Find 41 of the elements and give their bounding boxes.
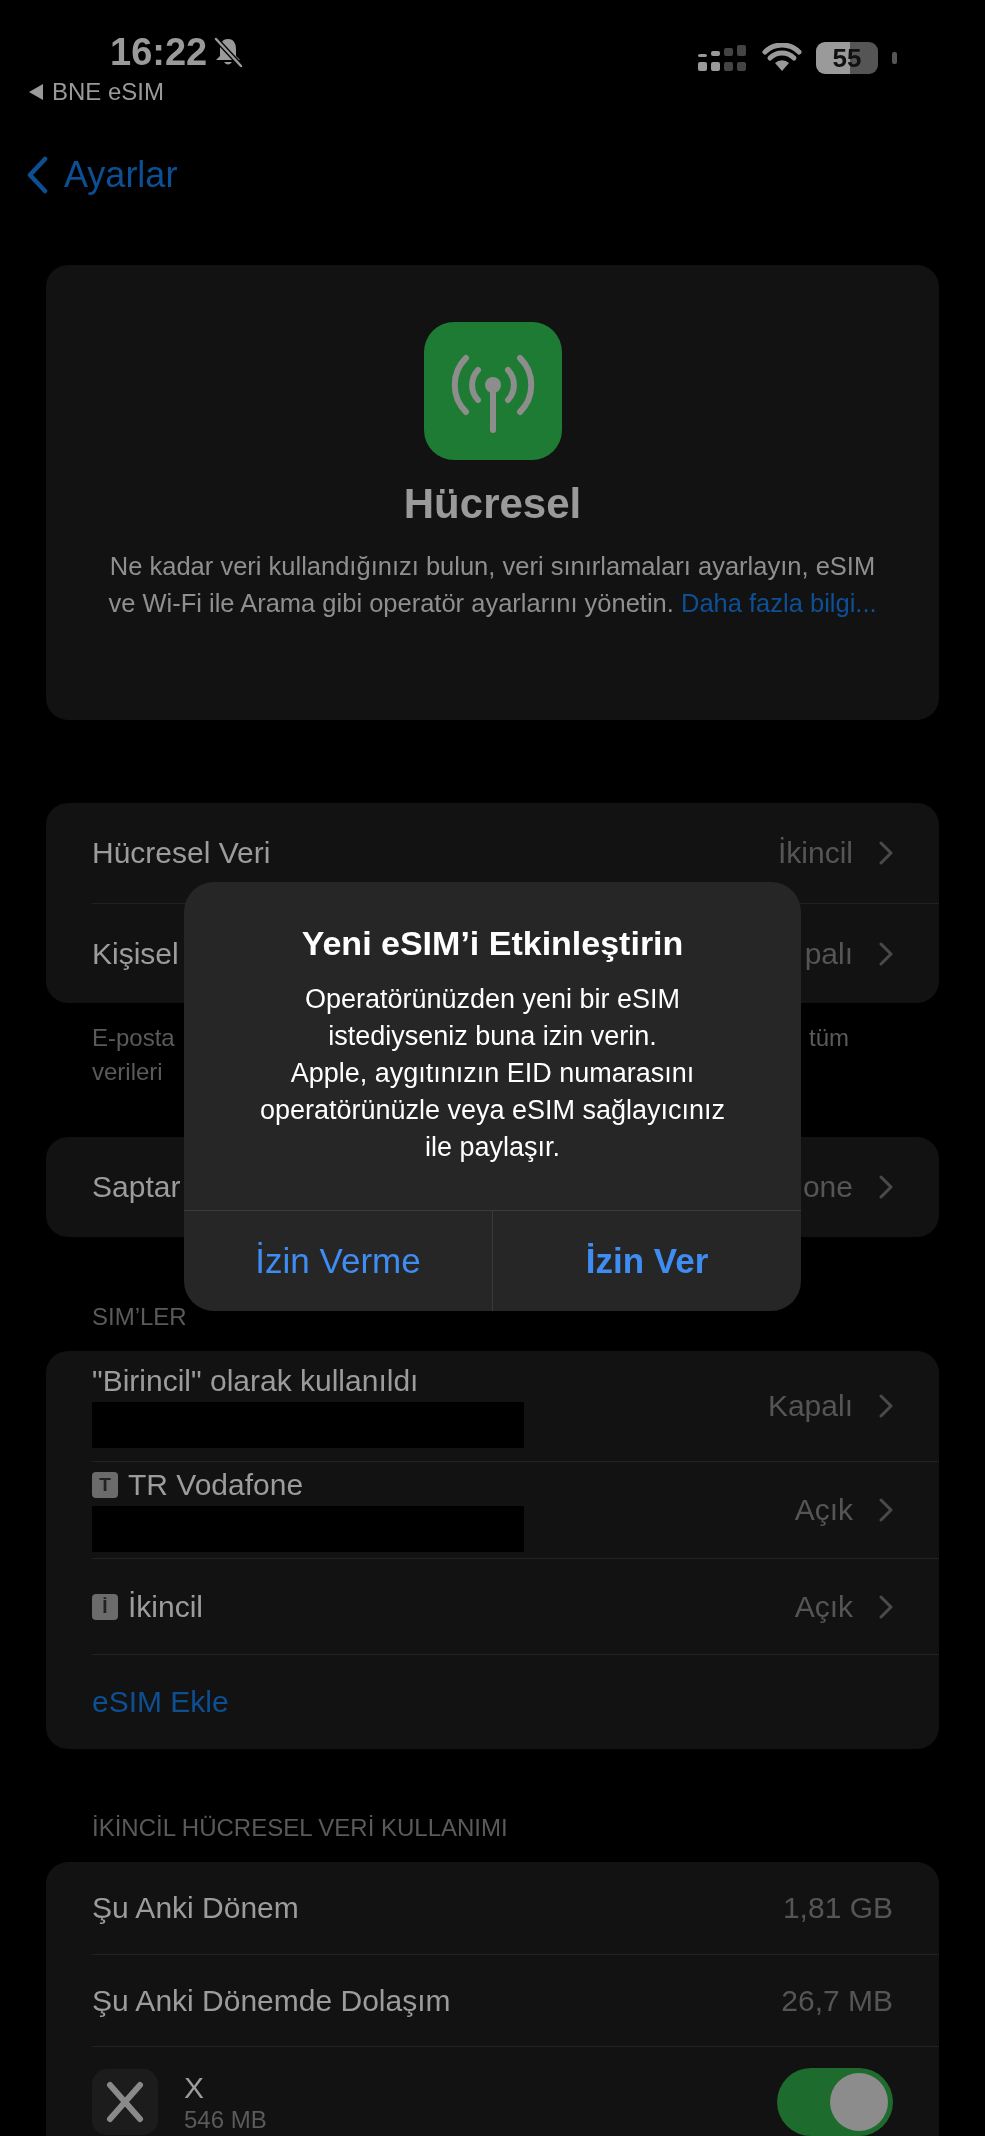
battery-tip-icon xyxy=(892,52,897,64)
title-text: Hücresel xyxy=(403,479,582,529)
row-label: TR Vodafone xyxy=(128,1468,304,1502)
sim-badge: T xyxy=(92,1472,118,1498)
row-label: Saptar xyxy=(92,1170,181,1204)
battery-indicator: 55 xyxy=(816,42,878,74)
antenna-app-icon xyxy=(423,322,562,460)
footer-text: E-posta xyxy=(92,1023,175,1053)
section-header: İKİNCİL HÜCRESEL VERİ KULLANIMI xyxy=(91,1814,509,1842)
footer-text: tüm xyxy=(809,1023,849,1053)
row-value: 26,7 MB xyxy=(781,1983,893,2018)
row-label: "Birincil" olarak kullanıldı xyxy=(92,1364,419,1398)
row-value: Kapalı xyxy=(767,1389,853,1423)
row-label: Kişisel xyxy=(92,936,179,971)
row-value: palı xyxy=(804,936,853,971)
app-usage: 546 MB xyxy=(184,2105,267,2134)
row-label: İkincil xyxy=(128,1589,203,1624)
row-value: Açık xyxy=(794,1493,853,1527)
row-value: Açık xyxy=(794,1589,853,1624)
back-to-app-button[interactable]: BNE eSIM xyxy=(28,78,244,106)
row-value: İkincil xyxy=(778,836,853,870)
footer-text: verileri xyxy=(92,1057,164,1087)
signal-bars-icon xyxy=(698,44,748,72)
row-value: one xyxy=(802,1170,853,1204)
row-value: 1,81 GB xyxy=(782,1891,893,1925)
description-text: Ne kadar veri kullandığınızı bulun, veri sınırlamaları ayarlayın, eSIM ve Wi-Fi ile Arama gibi operatör ayarlarını yönetin. Daha fazla bilgi... xyxy=(107,551,878,619)
back-button[interactable]: Ayarlar xyxy=(26,154,178,196)
alert-button[interactable]: İzin Ver xyxy=(492,1211,801,1311)
triangle-left-icon xyxy=(28,83,44,101)
row-label: Şu Anki Dönemde Dolaşım xyxy=(92,1983,451,2018)
add-esim-link[interactable]: eSIM Ekle xyxy=(92,1685,229,1719)
alert-title: Yeni eSIM’i Etkinleştirin xyxy=(300,923,685,964)
sim-badge: İ xyxy=(92,1593,118,1620)
chevron-left-icon xyxy=(26,156,48,194)
time-text: 16:22 xyxy=(110,30,208,74)
alert-message: Operatörünüzden yeni bir eSIM istediyseniz buna izin verin. Apple, aygıtınızın EID numarasını operatörünüzle veya eSIM sağlayıcınız ile paylaşır. xyxy=(258,983,727,1164)
learn-more-link[interactable]: Daha fazla bilgi... xyxy=(681,589,877,617)
wifi-icon xyxy=(762,43,802,73)
app-name: X xyxy=(184,2069,205,2106)
row-label: Şu Anki Dönem xyxy=(92,1891,299,1925)
row-label: Hücresel Veri xyxy=(92,836,271,870)
